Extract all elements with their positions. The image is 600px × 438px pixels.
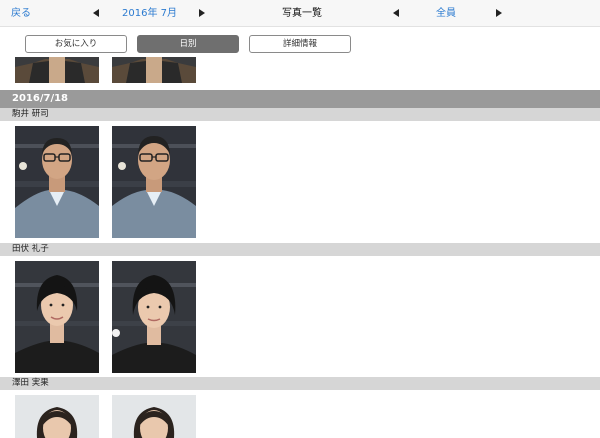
photo-list[interactable]: 2016/7/18 駒井 研司 田伏 礼子 澤田 実果 (0, 57, 600, 438)
person-filter-label[interactable]: 全員 (436, 0, 456, 27)
nav-bar: 戻る 2016年 7月 写真一覧 全員 (0, 0, 600, 27)
date-header: 2016/7/18 (0, 90, 600, 108)
person-name-header: 田伏 礼子 (0, 243, 600, 256)
month-label: 2016年 7月 (122, 8, 177, 19)
next-person-icon[interactable] (496, 9, 502, 17)
photo-thumbnail[interactable] (112, 395, 196, 438)
photo-thumbnail[interactable] (15, 261, 99, 373)
back-button[interactable]: 戻る (11, 0, 31, 27)
person-name-header: 澤田 実果 (0, 377, 600, 390)
prev-month-icon[interactable] (93, 9, 99, 17)
tab-details[interactable]: 詳細情報 (249, 35, 351, 53)
photo-thumbnail[interactable] (15, 126, 99, 238)
tab-favorites[interactable]: お気に入り (25, 35, 127, 53)
page-title: 写真一覧 (282, 8, 322, 19)
next-month-icon[interactable] (199, 9, 205, 17)
photo-thumbnail[interactable] (112, 57, 196, 83)
photo-thumbnail[interactable] (15, 395, 99, 438)
tab-daily[interactable]: 日別 (137, 35, 239, 53)
view-tabs: お気に入り 日別 詳細情報 (0, 27, 600, 57)
photo-thumbnail[interactable] (112, 126, 196, 238)
prev-person-icon[interactable] (393, 9, 399, 17)
photo-thumbnail[interactable] (15, 57, 99, 83)
photo-thumbnail[interactable] (112, 261, 196, 373)
person-name-header: 駒井 研司 (0, 108, 600, 121)
